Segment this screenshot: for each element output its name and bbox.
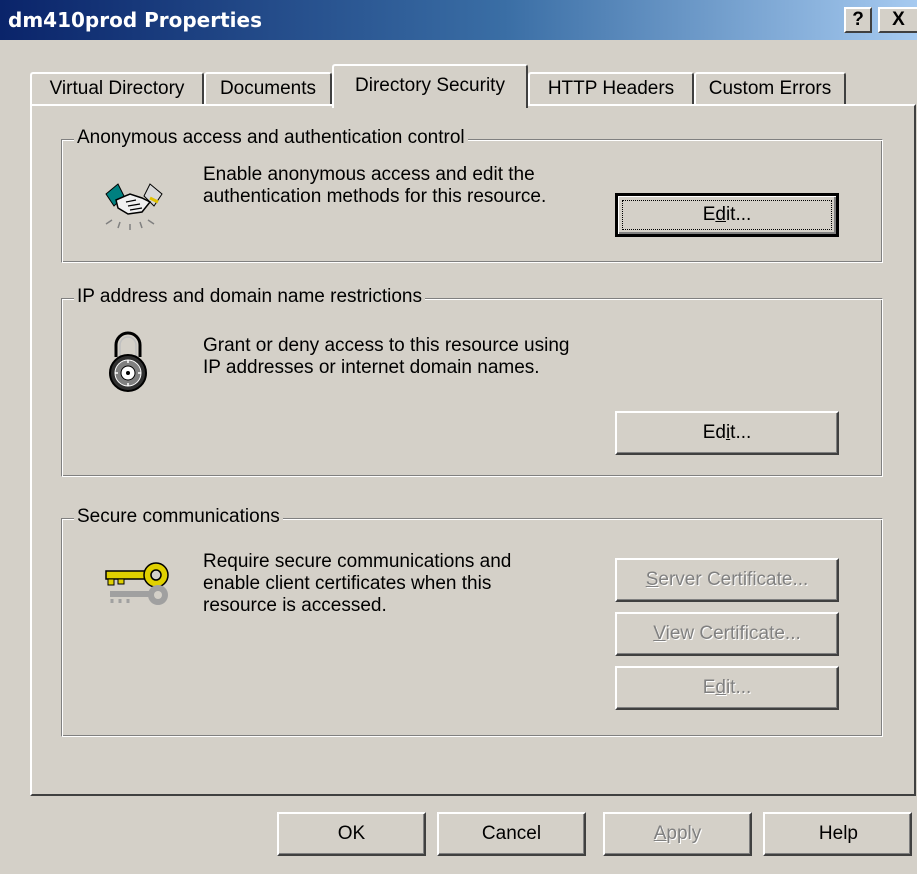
tab-label: Custom Errors xyxy=(708,78,832,99)
ip-restrictions-legend: IP address and domain name restrictions xyxy=(74,286,425,308)
focus-rectangle xyxy=(622,200,832,230)
ip-restrictions-desc-line1: Grant or deny access to this resource us… xyxy=(203,335,570,356)
secure-communications-desc-line2: enable client certificates when this xyxy=(203,573,492,594)
anonymous-access-legend: Anonymous access and authentication cont… xyxy=(74,127,468,149)
secure-communications-legend: Secure communications xyxy=(74,506,283,528)
close-icon: X xyxy=(892,9,905,30)
anonymous-access-desc-line1: Enable anonymous access and edit the xyxy=(203,164,535,185)
secure-communications-desc-line1: Require secure communications and xyxy=(203,551,512,572)
ip-restrictions-desc-line2: IP addresses or internet domain names. xyxy=(203,357,540,378)
view-certificate-button[interactable]: View Certificate... xyxy=(615,612,839,656)
tab-http-headers[interactable]: HTTP Headers xyxy=(528,72,694,106)
tab-label: HTTP Headers xyxy=(547,78,675,99)
tab-label: Documents xyxy=(219,78,317,99)
anonymous-edit-button[interactable]: Edit... xyxy=(615,193,839,237)
key-icon xyxy=(104,561,174,613)
window-title: dm410prod Properties xyxy=(8,8,262,32)
help-icon: ? xyxy=(852,9,864,30)
tab-custom-errors[interactable]: Custom Errors xyxy=(694,72,846,106)
tab-directory-security[interactable]: Directory Security xyxy=(332,64,528,108)
ip-edit-button[interactable]: Edit... xyxy=(615,411,839,455)
secure-communications-desc-line3: resource is accessed. xyxy=(203,595,387,616)
tab-documents[interactable]: Documents xyxy=(204,72,332,106)
tab-label: Directory Security xyxy=(355,75,505,96)
cancel-button[interactable]: Cancel xyxy=(437,812,586,856)
tab-label: Virtual Directory xyxy=(49,78,185,99)
close-button[interactable]: X xyxy=(878,7,917,33)
tab-virtual-directory[interactable]: Virtual Directory xyxy=(30,72,204,106)
secure-edit-button[interactable]: Edit... xyxy=(615,666,839,710)
server-certificate-button[interactable]: Server Certificate... xyxy=(615,558,839,602)
handshake-icon xyxy=(102,172,166,244)
ok-button[interactable]: OK xyxy=(277,812,426,856)
help-dialog-button[interactable]: Help xyxy=(763,812,912,856)
apply-button[interactable]: Apply xyxy=(603,812,752,856)
title-bar[interactable]: dm410prod Properties ? X xyxy=(0,0,917,40)
combination-lock-icon xyxy=(106,329,150,399)
help-button[interactable]: ? xyxy=(844,7,872,33)
anonymous-access-desc-line2: authentication methods for this resource… xyxy=(203,186,547,207)
